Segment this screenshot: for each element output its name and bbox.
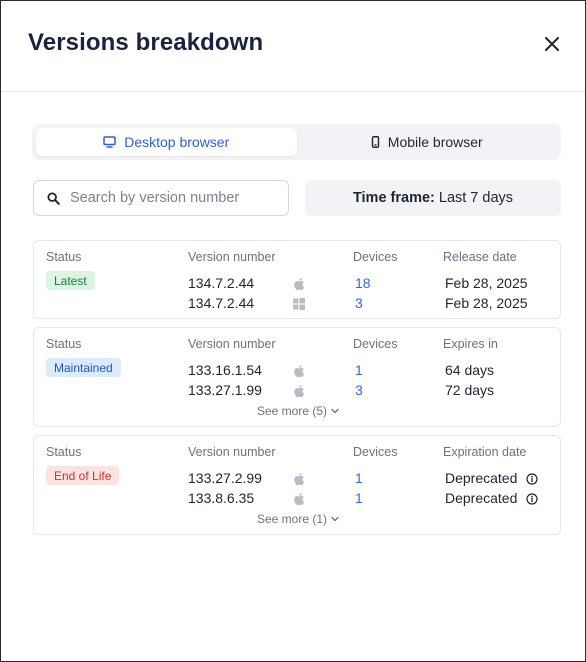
timeframe-selector[interactable]: Time frame: Last 7 days — [305, 180, 561, 216]
close-button[interactable] — [540, 32, 564, 56]
devices-link[interactable]: 18 — [355, 275, 371, 291]
tab-mobile-label: Mobile browser — [387, 134, 483, 150]
version-number: 133.27.2.99 — [188, 470, 262, 486]
devices-link[interactable]: 3 — [355, 295, 363, 311]
info-icon[interactable] — [526, 493, 538, 505]
expiration-status: Deprecated — [445, 470, 538, 486]
status-header: Status — [46, 250, 82, 264]
chevron-down-icon — [331, 408, 339, 414]
devices-link[interactable]: 3 — [355, 382, 363, 398]
release-date-header: Release date — [443, 250, 517, 264]
tab-mobile-browser[interactable]: Mobile browser — [297, 128, 558, 156]
deprecated-label: Deprecated — [445, 470, 518, 486]
see-more-button[interactable]: See more (1) — [257, 512, 339, 526]
version-header: Version number — [188, 337, 276, 351]
devices-link[interactable]: 1 — [355, 470, 363, 486]
tab-desktop-label: Desktop browser — [124, 134, 230, 150]
search-icon — [47, 191, 60, 205]
deprecated-label: Deprecated — [445, 490, 518, 506]
devices-header: Devices — [353, 445, 398, 459]
apple-icon — [294, 493, 305, 506]
expires-in-header: Expires in — [443, 337, 498, 351]
close-icon — [545, 37, 559, 51]
version-number: 134.7.2.44 — [188, 275, 255, 291]
version-header: Version number — [188, 250, 276, 264]
apple-icon — [294, 473, 305, 486]
expiration-status: Deprecated — [445, 490, 538, 506]
mobile-icon — [371, 136, 379, 148]
status-header: Status — [46, 445, 82, 459]
see-more-label: See more (1) — [257, 512, 328, 526]
version-card-latest: Status Version number Devices Release da… — [33, 240, 561, 319]
status-badge: Maintained — [46, 358, 121, 377]
version-number: 133.8.6.35 — [188, 490, 255, 506]
devices-link[interactable]: 1 — [355, 362, 363, 378]
version-card-end-of-life: Status Version number Devices Expiration… — [33, 435, 561, 535]
apple-icon — [294, 365, 305, 378]
version-number: 133.27.1.99 — [188, 382, 262, 398]
expiration-date-header: Expiration date — [443, 445, 527, 459]
search-box — [33, 180, 289, 216]
modal-title: Versions breakdown — [28, 29, 264, 56]
apple-icon — [294, 385, 305, 398]
modal-header: Versions breakdown — [1, 1, 585, 92]
release-date: Feb 28, 2025 — [445, 275, 528, 291]
browser-type-toggle: Desktop browser Mobile browser — [32, 124, 561, 160]
search-input[interactable] — [70, 190, 270, 206]
devices-header: Devices — [353, 337, 398, 351]
expires-in: 72 days — [445, 382, 495, 398]
timeframe-label: Time frame: — [352, 190, 435, 206]
version-number: 133.16.1.54 — [188, 362, 262, 378]
devices-header: Devices — [353, 250, 398, 264]
status-badge: End of Life — [46, 466, 120, 485]
status-header: Status — [46, 337, 82, 351]
windows-icon — [293, 298, 305, 310]
expires-in: 64 days — [445, 362, 495, 378]
version-card-maintained: Status Version number Devices Expires in… — [33, 327, 561, 427]
version-header: Version number — [188, 445, 276, 459]
devices-link[interactable]: 1 — [355, 490, 363, 506]
version-number: 134.7.2.44 — [188, 295, 255, 311]
info-icon[interactable] — [526, 473, 538, 485]
see-more-label: See more (5) — [257, 404, 328, 418]
monitor-icon — [103, 136, 116, 148]
status-badge: Latest — [46, 271, 95, 290]
versions-modal: Versions breakdown Desktop browser Mobil… — [0, 0, 586, 662]
tab-desktop-browser[interactable]: Desktop browser — [36, 128, 297, 156]
chevron-down-icon — [331, 516, 339, 522]
timeframe-value: Last 7 days — [438, 190, 514, 206]
apple-icon — [294, 278, 305, 291]
see-more-button[interactable]: See more (5) — [257, 404, 339, 418]
release-date: Feb 28, 2025 — [445, 295, 528, 311]
